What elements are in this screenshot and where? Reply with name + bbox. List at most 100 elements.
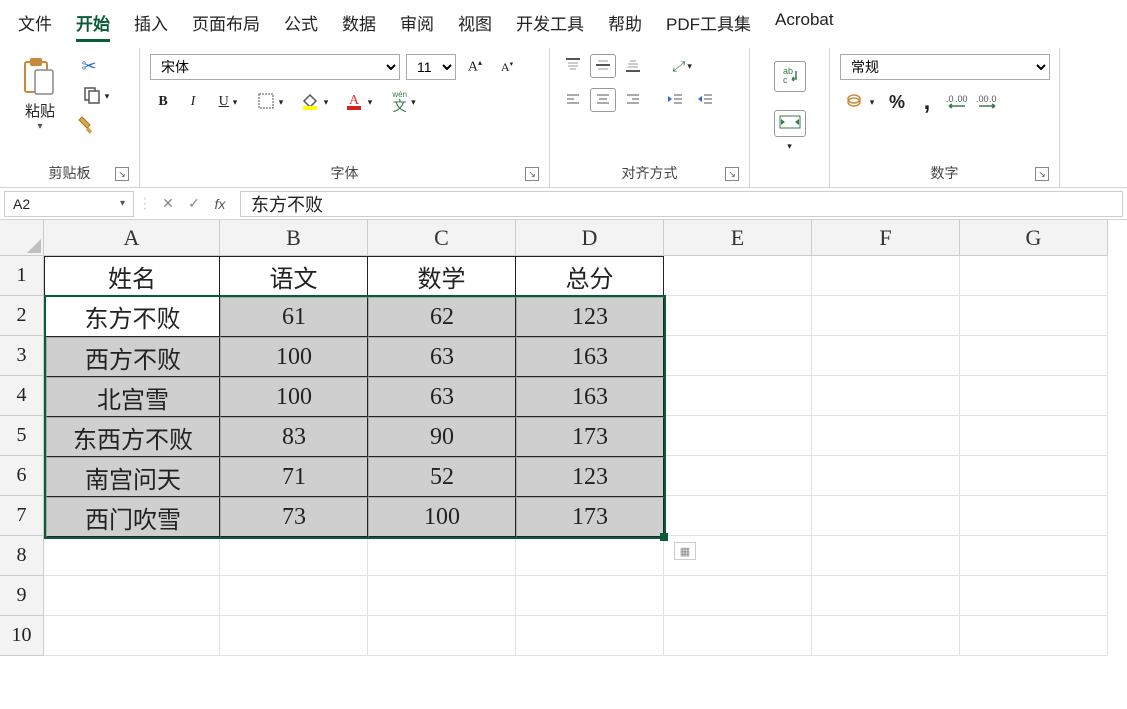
cut-button[interactable]: ✂ bbox=[76, 54, 102, 78]
dialog-launcher-icon[interactable]: ↘ bbox=[115, 167, 129, 181]
column-header-A[interactable]: A bbox=[44, 220, 220, 256]
column-header-F[interactable]: F bbox=[812, 220, 960, 256]
cell[interactable] bbox=[368, 536, 516, 576]
table-cell[interactable]: 西方不败 bbox=[46, 337, 220, 377]
cell[interactable] bbox=[44, 536, 220, 576]
tab-插入[interactable]: 插入 bbox=[134, 10, 168, 42]
font-size-select[interactable]: 11 bbox=[406, 54, 456, 80]
table-cell[interactable]: 163 bbox=[516, 377, 664, 417]
table-cell[interactable]: 62 bbox=[368, 297, 516, 337]
cell[interactable] bbox=[664, 256, 812, 296]
cell[interactable] bbox=[812, 496, 960, 536]
cell[interactable] bbox=[812, 416, 960, 456]
formula-input[interactable]: 东方不败 bbox=[240, 191, 1123, 217]
italic-button[interactable]: I bbox=[180, 90, 206, 114]
cell[interactable] bbox=[664, 456, 812, 496]
align-right-button[interactable] bbox=[620, 88, 646, 112]
cell[interactable] bbox=[664, 576, 812, 616]
increase-decimal-button[interactable]: .0 .00 bbox=[944, 90, 970, 114]
cell[interactable] bbox=[960, 616, 1108, 656]
column-header-E[interactable]: E bbox=[664, 220, 812, 256]
increase-indent-button[interactable] bbox=[692, 88, 718, 112]
cell[interactable] bbox=[812, 256, 960, 296]
cell[interactable] bbox=[664, 416, 812, 456]
cell[interactable] bbox=[664, 616, 812, 656]
table-cell[interactable]: 52 bbox=[368, 457, 516, 497]
cell[interactable] bbox=[812, 296, 960, 336]
cell[interactable] bbox=[812, 616, 960, 656]
tab-开发工具[interactable]: 开发工具 bbox=[516, 10, 584, 42]
cell[interactable] bbox=[516, 576, 664, 616]
cell[interactable] bbox=[368, 616, 516, 656]
table-cell[interactable]: 100 bbox=[220, 377, 368, 417]
merge-center-button[interactable]: ▾ bbox=[770, 108, 810, 154]
table-cell[interactable]: 东西方不败 bbox=[46, 417, 220, 457]
align-middle-button[interactable] bbox=[590, 54, 616, 78]
worksheet-grid[interactable]: ABCDEFG 12345678910 姓名语文数学总分东方不败6162123西… bbox=[0, 220, 1127, 656]
table-cell[interactable]: 173 bbox=[516, 417, 664, 457]
table-cell[interactable]: 123 bbox=[516, 297, 664, 337]
table-cell[interactable]: 北宫雪 bbox=[46, 377, 220, 417]
tab-文件[interactable]: 文件 bbox=[18, 10, 52, 42]
row-header-7[interactable]: 7 bbox=[0, 496, 44, 536]
table-cell[interactable]: 123 bbox=[516, 457, 664, 497]
cell[interactable] bbox=[812, 456, 960, 496]
currency-button[interactable]: ▾ bbox=[840, 90, 880, 114]
table-cell[interactable]: 90 bbox=[368, 417, 516, 457]
table-cell[interactable]: 173 bbox=[516, 497, 664, 537]
cell[interactable] bbox=[960, 296, 1108, 336]
name-box[interactable]: A2 ▾ bbox=[4, 191, 134, 217]
cell[interactable] bbox=[664, 336, 812, 376]
tab-视图[interactable]: 视图 bbox=[458, 10, 492, 42]
table-cell[interactable]: 南宫问天 bbox=[46, 457, 220, 497]
cell[interactable] bbox=[516, 616, 664, 656]
tab-帮助[interactable]: 帮助 bbox=[608, 10, 642, 42]
table-cell[interactable]: 73 bbox=[220, 497, 368, 537]
row-header-3[interactable]: 3 bbox=[0, 336, 44, 376]
tab-PDF工具集[interactable]: PDF工具集 bbox=[666, 10, 751, 42]
row-header-1[interactable]: 1 bbox=[0, 256, 44, 296]
cell[interactable] bbox=[664, 296, 812, 336]
table-cell[interactable]: 61 bbox=[220, 297, 368, 337]
tab-公式[interactable]: 公式 bbox=[284, 10, 318, 42]
tab-页面布局[interactable]: 页面布局 bbox=[192, 10, 260, 42]
table-header-cell[interactable]: 语文 bbox=[220, 256, 368, 296]
bold-button[interactable]: B bbox=[150, 90, 176, 114]
cell[interactable] bbox=[664, 376, 812, 416]
table-header-cell[interactable]: 姓名 bbox=[44, 256, 220, 296]
copy-button[interactable]: ▾ bbox=[76, 84, 116, 108]
row-header-8[interactable]: 8 bbox=[0, 536, 44, 576]
insert-function-button[interactable]: fx bbox=[208, 192, 232, 216]
cell[interactable] bbox=[960, 336, 1108, 376]
column-header-G[interactable]: G bbox=[960, 220, 1108, 256]
align-bottom-button[interactable] bbox=[620, 54, 646, 78]
column-header-C[interactable]: C bbox=[368, 220, 516, 256]
cell[interactable] bbox=[812, 376, 960, 416]
decrease-font-button[interactable]: A▾ bbox=[494, 55, 520, 79]
percent-button[interactable]: % bbox=[884, 90, 910, 114]
table-cell[interactable]: 西门吹雪 bbox=[46, 497, 220, 537]
row-header-4[interactable]: 4 bbox=[0, 376, 44, 416]
decrease-indent-button[interactable] bbox=[662, 88, 688, 112]
cell[interactable] bbox=[220, 616, 368, 656]
row-header-5[interactable]: 5 bbox=[0, 416, 44, 456]
cell[interactable] bbox=[368, 576, 516, 616]
row-header-6[interactable]: 6 bbox=[0, 456, 44, 496]
cell[interactable] bbox=[960, 576, 1108, 616]
format-painter-button[interactable] bbox=[76, 114, 102, 138]
dialog-launcher-icon[interactable]: ↘ bbox=[725, 167, 739, 181]
cell[interactable] bbox=[960, 376, 1108, 416]
tab-审阅[interactable]: 审阅 bbox=[400, 10, 434, 42]
comma-button[interactable]: , bbox=[914, 90, 940, 114]
cell[interactable] bbox=[960, 416, 1108, 456]
table-cell[interactable]: 63 bbox=[368, 337, 516, 377]
cell[interactable] bbox=[664, 496, 812, 536]
cell[interactable] bbox=[44, 616, 220, 656]
cell[interactable] bbox=[960, 536, 1108, 576]
align-top-button[interactable] bbox=[560, 54, 586, 78]
dialog-launcher-icon[interactable]: ↘ bbox=[525, 167, 539, 181]
enter-formula-button[interactable]: ✓ bbox=[182, 192, 206, 216]
cell[interactable] bbox=[44, 576, 220, 616]
row-header-10[interactable]: 10 bbox=[0, 616, 44, 656]
table-cell[interactable]: 63 bbox=[368, 377, 516, 417]
